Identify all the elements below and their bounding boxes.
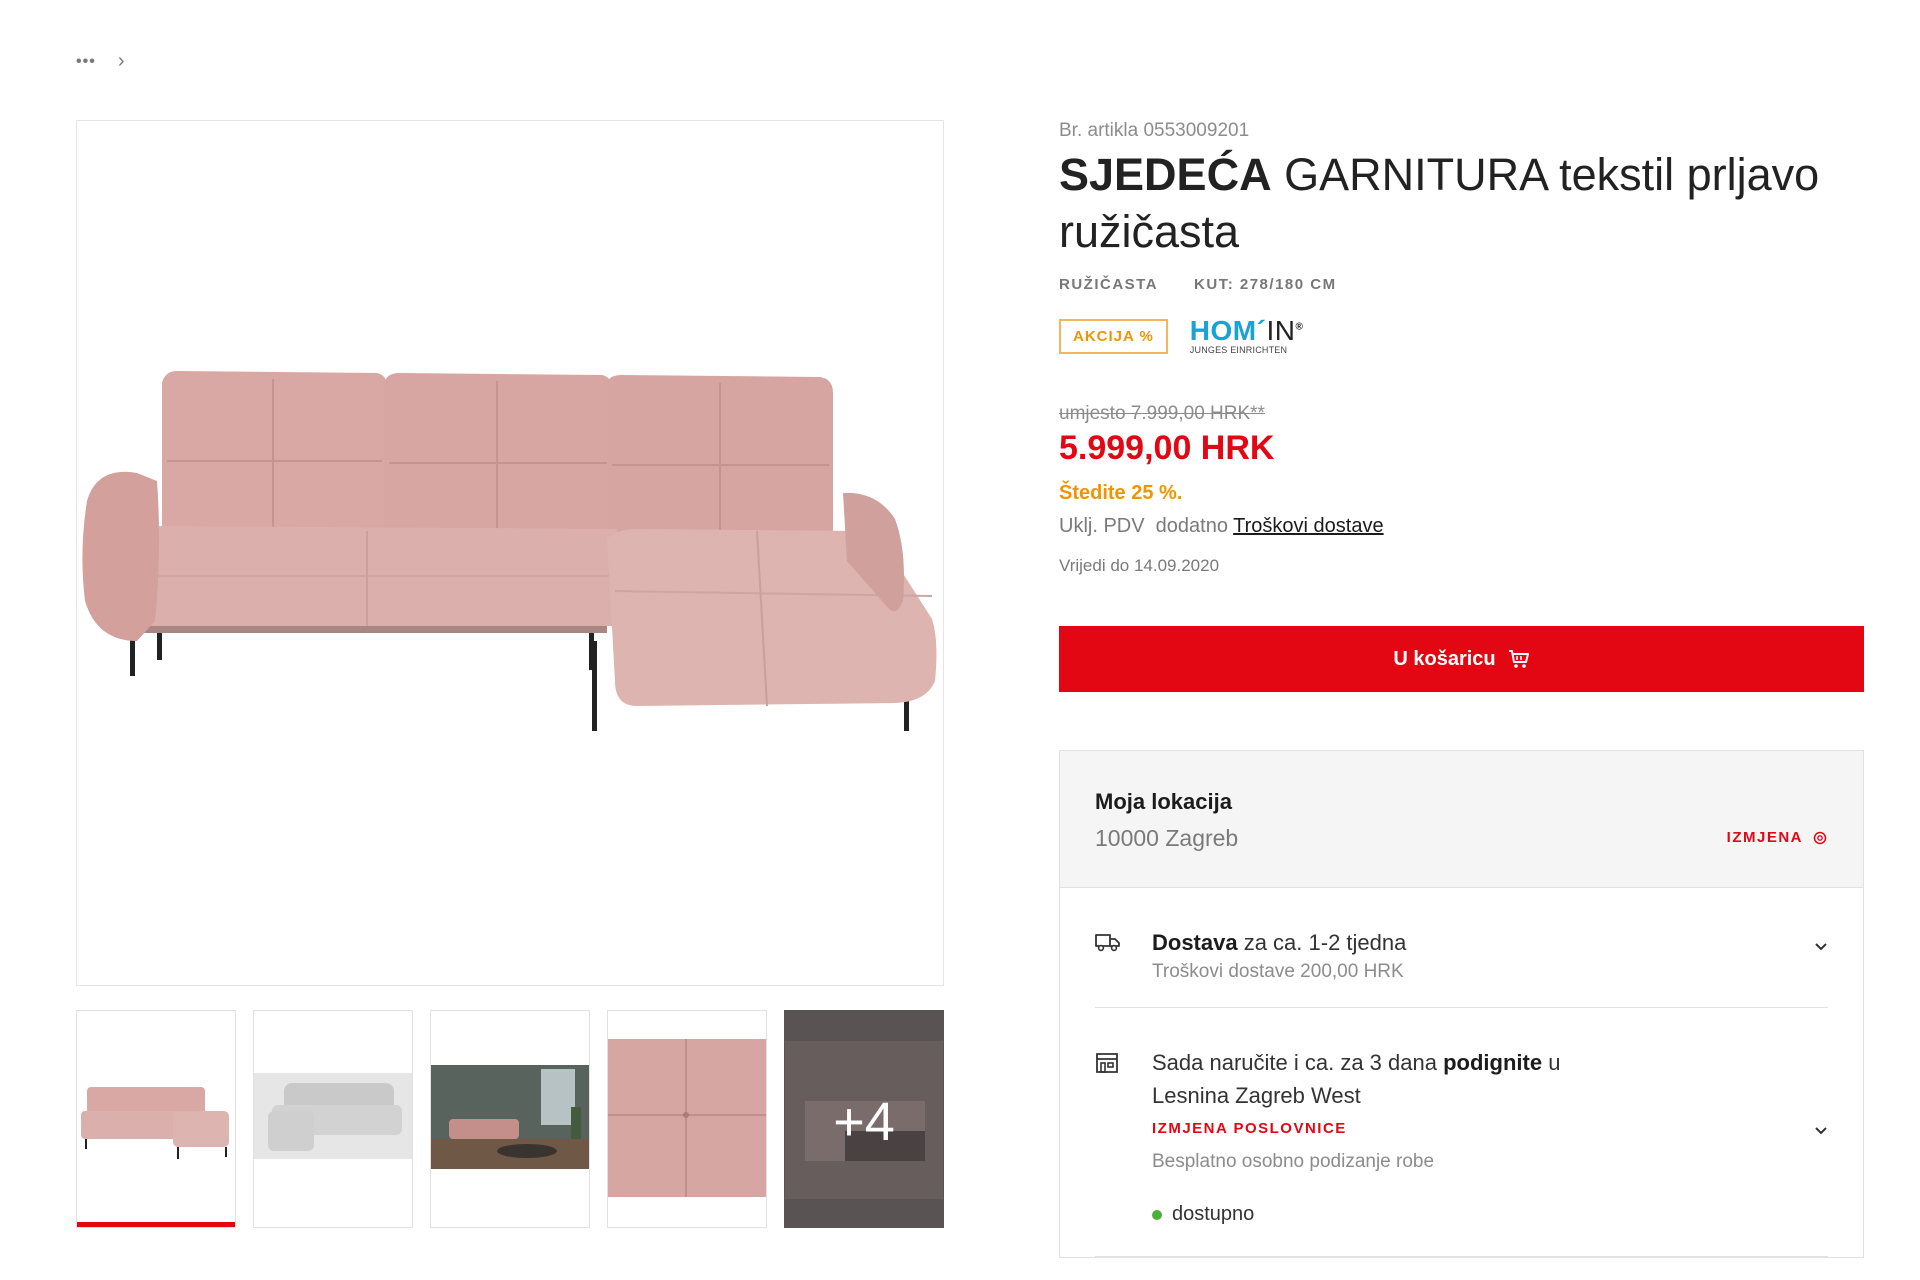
availability-status: dostupno [1152, 1203, 1828, 1226]
brand-main: HOM´ [1189, 315, 1267, 346]
truck-icon [1095, 934, 1120, 952]
shipping-cost-link[interactable]: Troškovi dostave [1233, 515, 1383, 537]
vat-info: Uklj. PDV dodatno Troškovi dostave [1059, 515, 1864, 538]
delivery-option[interactable]: Dostava za ca. 1-2 tjedna Troškovi dosta… [1095, 888, 1828, 1008]
brand-suffix: IN [1266, 315, 1296, 346]
main-product-image[interactable] [76, 120, 944, 986]
delivery-text: Dostava za ca. 1-2 tjedna [1152, 926, 1828, 959]
saving-text: Štedite 25 %. [1059, 482, 1183, 504]
pickup-free-text: Besplatno osobno podizanje robe [1152, 1151, 1435, 1172]
sofa-image [82, 371, 937, 731]
availability-dot-icon [1152, 1209, 1162, 1220]
pickup-bold: podignite [1443, 1050, 1543, 1075]
thumbnail-1[interactable] [76, 1010, 236, 1228]
location-title: Moja lokacija [1095, 789, 1232, 814]
location-panel: Moja lokacija 10000 Zagreb IZMJENA Dosta… [1059, 750, 1864, 1258]
thumbnail-gallery: +4 [76, 1010, 944, 1228]
badges: AKCIJA % HOM´IN® JUNGES EINRICHTEN [1059, 317, 1864, 355]
pickup-option[interactable]: Sada naručite i ca. za 3 dana podignite … [1095, 1008, 1828, 1257]
breadcrumb-more[interactable]: ••• [76, 53, 96, 71]
current-price: 5.999,00 HRK [1059, 429, 1275, 467]
sale-badge: AKCIJA % [1059, 318, 1168, 354]
thumbnail-2[interactable] [253, 1010, 413, 1228]
product-title-bold: SJEDEĆA [1059, 149, 1272, 200]
article-number: Br. artikla 0553009201 [1059, 120, 1250, 141]
brand-logo[interactable]: HOM´IN® JUNGES EINRICHTEN [1190, 317, 1304, 355]
valid-until: Vrijedi do 14.09.2020 [1059, 556, 1220, 575]
location-city: 10000 Zagreb [1095, 825, 1239, 851]
thumb-fabric-detail [608, 1039, 766, 1197]
thumbnail-4[interactable] [607, 1010, 767, 1228]
product-title: SJEDEĆA GARNITURA tekstil prljavo ružiča… [1059, 146, 1864, 260]
location-target-icon [1813, 831, 1827, 844]
pickup-text: Sada naručite i ca. za 3 dana podignite … [1152, 1046, 1828, 1112]
thumb-room-scene [431, 1065, 589, 1169]
thumb-sofa-pink [81, 1087, 229, 1159]
product-info: Br. artikla 0553009201 SJEDEĆA GARNITURA… [1059, 120, 1864, 1258]
brand-mark: ® [1295, 321, 1304, 333]
delivery-cost: Troškovi dostave 200,00 HRK [1152, 961, 1404, 982]
store-icon [1096, 1053, 1118, 1073]
change-store-link[interactable]: IZMJENA POSLOVNICE [1152, 1120, 1828, 1137]
pickup-store: Lesnina Zagreb West [1152, 1083, 1361, 1108]
add-to-cart-button[interactable]: U košaricu [1059, 626, 1864, 692]
brand-tagline: JUNGES EINRICHTEN [1189, 345, 1288, 355]
product-size: KUT: 278/180 CM [1194, 276, 1337, 293]
thumb-sofa-grey [254, 1073, 412, 1159]
chevron-down-icon[interactable] [1814, 942, 1828, 951]
pickup-text-a: Sada naručite i ca. za 3 dana [1152, 1050, 1444, 1075]
product-color: RUŽIČASTA [1059, 276, 1159, 293]
cart-icon [1508, 650, 1529, 668]
pickup-text-b: u [1542, 1050, 1561, 1075]
thumbnail-3[interactable] [430, 1010, 590, 1228]
delivery-bold: Dostava [1152, 930, 1238, 955]
more-images-label: +4 [833, 1092, 895, 1152]
breadcrumb: ••• › [76, 50, 124, 73]
thumbnail-more[interactable]: +4 [784, 1010, 944, 1228]
chevron-down-icon[interactable] [1814, 1126, 1828, 1135]
location-header: Moja lokacija 10000 Zagreb IZMJENA [1060, 751, 1863, 888]
change-location-label: IZMJENA [1726, 829, 1803, 846]
add-to-cart-label: U košaricu [1393, 647, 1496, 670]
product-attributes: RUŽIČASTA KUT: 278/180 CM [1059, 276, 1864, 293]
old-price: umjesto 7.999,00 HRK** [1059, 403, 1265, 424]
change-location-button[interactable]: IZMJENA [1727, 829, 1827, 846]
chevron-right-icon: › [117, 50, 125, 72]
vat-text: Uklj. PDV dodatno [1059, 515, 1234, 537]
delivery-time: za ca. 1-2 tjedna [1237, 930, 1407, 955]
availability-label: dostupno [1172, 1203, 1255, 1225]
